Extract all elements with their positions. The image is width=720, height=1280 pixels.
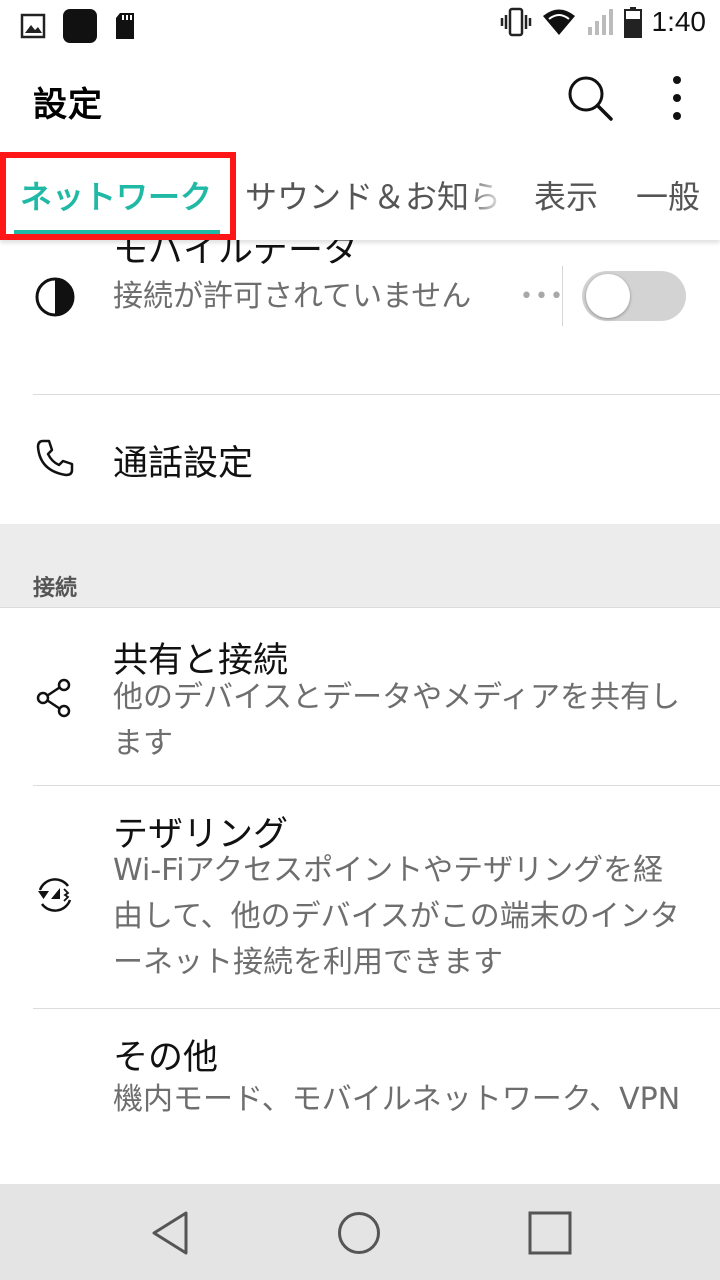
home-icon[interactable] — [336, 1210, 382, 1256]
settings-list: モバイルデータ 接続が許可されていません ••• 通話設定 接続 共有と接続 他… — [0, 240, 720, 1184]
back-icon[interactable] — [148, 1208, 194, 1258]
wifi-icon — [542, 9, 575, 35]
more-vert-icon[interactable] — [655, 70, 699, 126]
call-settings-title: 通話設定 — [113, 444, 254, 484]
vibrate-icon — [500, 7, 531, 37]
share-connect-subtitle: 他のデバイスとデータやメディアを共有します — [113, 680, 680, 761]
toggle-knob — [586, 274, 630, 318]
tethering-subtitle: Wi-Fiアクセスポイントやテザリングを経由して、他のデバイスがこの端末のインタ… — [113, 853, 680, 980]
status-time: 1:40 — [651, 6, 707, 37]
page-title: 設定 — [33, 85, 103, 125]
tab-display[interactable]: 表示 — [534, 172, 598, 218]
mobile-data-title: モバイルデータ — [113, 240, 359, 271]
tethering-row[interactable]: テザリング Wi-Fiアクセスポイントやテザリングを経由して、他のデバイスがこの… — [0, 786, 720, 1008]
navigation-bar — [0, 1184, 720, 1280]
tethering-icon — [38, 878, 72, 912]
gallery-icon — [20, 13, 46, 39]
mobile-data-toggle[interactable] — [582, 271, 686, 321]
mobile-data-row[interactable]: モバイルデータ 接続が許可されていません ••• — [0, 240, 720, 394]
mobile-data-icon — [35, 277, 75, 317]
section-label-connection: 接続 — [33, 576, 78, 601]
call-settings-row[interactable]: 通話設定 — [0, 395, 720, 523]
recents-icon[interactable] — [527, 1210, 573, 1256]
signal-icon — [587, 9, 613, 35]
tab-bar: ネットワーク サウンド＆お知ら 表示 一般 — [0, 142, 720, 240]
tab-network[interactable]: ネットワーク — [20, 172, 212, 218]
others-title: その他 — [113, 1038, 219, 1078]
section-header: 接続 — [0, 524, 720, 607]
share-icon — [36, 678, 71, 718]
tab-active-indicator — [14, 230, 220, 236]
app-icon — [63, 9, 97, 43]
tab-sound-notifications[interactable]: サウンド＆お知ら — [245, 172, 501, 218]
others-row[interactable]: その他 機内モード、モバイルネットワーク、VPN — [0, 1009, 720, 1184]
share-connect-row[interactable]: 共有と接続 他のデバイスとデータやメディアを共有します — [0, 608, 720, 785]
more-dots-icon: ••• — [520, 284, 565, 309]
sdcard-icon — [116, 13, 134, 39]
others-subtitle: 機内モード、モバイルネットワーク、VPN — [113, 1082, 681, 1117]
tab-general[interactable]: 一般 — [636, 172, 700, 218]
search-icon[interactable] — [562, 70, 618, 126]
mobile-data-subtitle: 接続が許可されていません — [113, 279, 472, 314]
toggle-divider — [562, 266, 563, 326]
tab-fade — [466, 142, 506, 240]
app-bar: 設定 — [0, 50, 720, 142]
status-bar: 1:40 — [0, 0, 720, 50]
battery-icon — [623, 7, 642, 38]
phone-icon — [36, 439, 74, 477]
